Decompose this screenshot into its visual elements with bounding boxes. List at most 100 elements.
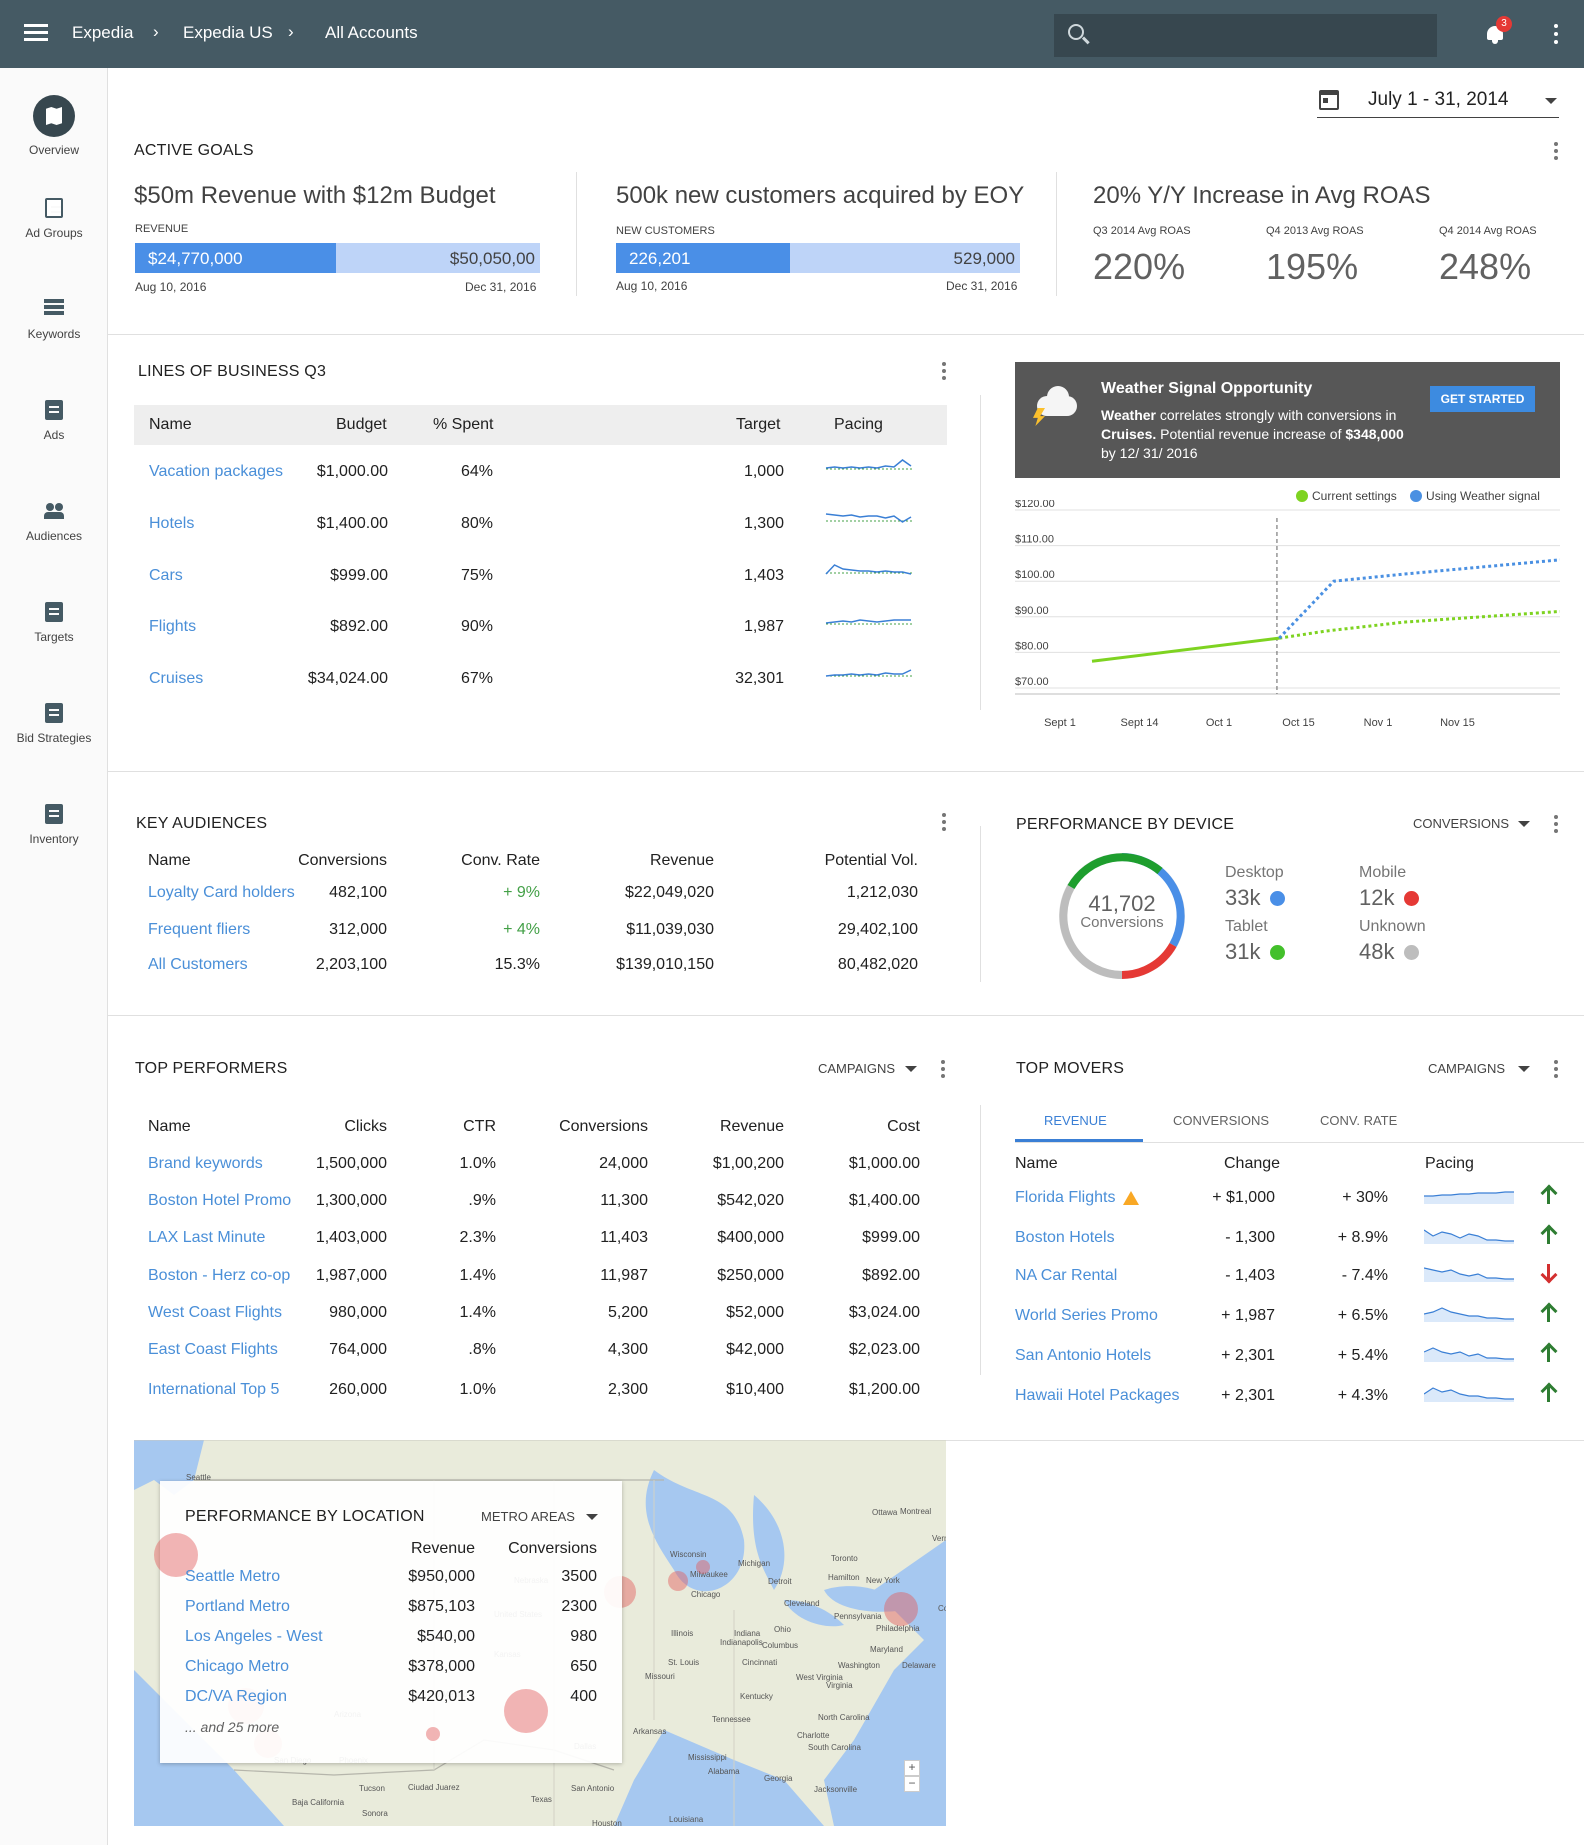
column-header[interactable]: Revenue [360,1540,475,1558]
lob-row-name[interactable]: Hotels [149,515,194,533]
tab-conv-rate[interactable]: CONV. RATE [1320,1113,1397,1128]
performer-row-name[interactable]: Brand keywords [148,1155,263,1173]
tab-revenue[interactable]: REVENUE [1044,1113,1107,1128]
zoom-out-button[interactable]: − [904,1776,920,1792]
more-vert-icon[interactable] [1553,815,1559,836]
location-row-name[interactable]: Seattle Metro [185,1568,280,1586]
more-vert-icon[interactable] [1553,142,1559,163]
more-vert-icon[interactable] [940,1060,946,1081]
get-started-button[interactable]: GET STARTED [1430,386,1535,412]
mover-row-name[interactable]: Hawaii Hotel Packages [1015,1387,1180,1405]
lob-row-name[interactable]: Flights [149,618,196,636]
performer-row-name[interactable]: LAX Last Minute [148,1229,265,1247]
date-range-picker[interactable]: July 1 - 31, 2014 [1317,86,1559,118]
map-bubble-detroit[interactable] [696,1560,710,1574]
column-header[interactable]: Name [149,416,192,434]
performer-row-name[interactable]: East Coast Flights [148,1341,278,1359]
sidebar-item-overview[interactable]: Overview [0,95,108,157]
arrow-up-icon [1541,1225,1557,1245]
dropdown-arrow-icon[interactable] [586,1514,598,1520]
more-locations-link[interactable]: ... and 25 more [185,1719,279,1735]
column-header[interactable]: Name [148,1118,191,1136]
breadcrumb-expedia[interactable]: Expedia [72,23,133,43]
lob-row-name[interactable]: Cars [149,567,183,585]
column-header[interactable]: Conversions [490,1540,597,1558]
column-header[interactable]: % Spent [433,416,493,434]
campaigns-dropdown[interactable]: CAMPAIGNS [818,1061,895,1076]
map-city-label: North Carolina [818,1713,870,1722]
campaigns-dropdown[interactable]: CAMPAIGNS [1428,1061,1505,1076]
breadcrumb-expedia-us[interactable]: Expedia US [183,23,273,43]
column-header[interactable]: CTR [396,1118,496,1136]
mover-row-name[interactable]: Florida Flights [1015,1189,1115,1207]
mover-row-name[interactable]: World Series Promo [1015,1307,1158,1325]
audience-row-conversions: 312,000 [329,921,387,938]
search-input[interactable] [1100,22,1420,49]
breadcrumb-all-accounts[interactable]: All Accounts [325,23,418,43]
column-header[interactable]: Conversions [277,852,387,870]
map-city-label: Vermont [932,1534,946,1543]
location-row-name[interactable]: Portland Metro [185,1598,290,1616]
more-vert-icon[interactable] [941,813,947,834]
sidebar-item-ad-groups[interactable]: Ad Groups [0,198,108,240]
pacing-sparkline [1424,1387,1514,1402]
column-header[interactable]: Revenue [604,852,714,870]
sidebar-item-inventory[interactable]: Inventory [0,804,108,846]
column-header[interactable]: Conversions [518,1118,648,1136]
performance-by-location-title: PERFORMANCE BY LOCATION [185,1508,425,1525]
column-header[interactable]: Pacing [834,416,883,434]
audience-row-potential: 29,402,100 [837,921,918,938]
zoom-in-button[interactable]: + [904,1760,920,1776]
conversions-dropdown[interactable]: CONVERSIONS [1413,816,1509,831]
tab-conversions[interactable]: CONVERSIONS [1173,1113,1269,1128]
map-bubble-philadelphia[interactable] [884,1592,918,1626]
column-header[interactable]: Pacing [1425,1155,1474,1173]
audience-row-name[interactable]: Frequent fliers [148,921,250,939]
sidebar-item-ads[interactable]: Ads [0,400,108,442]
sidebar-item-targets[interactable]: Targets [0,602,108,644]
sidebar-item-audiences[interactable]: Audiences [0,501,108,543]
location-row-name[interactable]: Los Angeles - West [185,1628,323,1646]
sidebar-item-keywords[interactable]: Keywords [0,299,108,341]
performer-row-name[interactable]: International Top 5 [148,1381,279,1399]
lob-row-name[interactable]: Vacation packages [149,463,283,481]
column-header[interactable]: Target [736,416,780,434]
search-box[interactable] [1054,14,1437,57]
mover-row-percent: - 7.4% [1341,1267,1388,1284]
dropdown-arrow-icon[interactable] [905,1066,917,1072]
location-row-revenue: $875,103 [408,1598,475,1615]
map-bubble-cleveland[interactable] [668,1571,688,1591]
map-city-label: Ciudad Juarez [408,1783,460,1792]
sidebar-item-bid-strategies[interactable]: Bid Strategies [0,703,108,745]
sidebar-item-label: Inventory [29,832,79,846]
metro-areas-dropdown[interactable]: METRO AREAS [481,1509,575,1524]
audience-row-name[interactable]: Loyalty Card holders [148,884,295,902]
dropdown-arrow-icon[interactable] [1518,821,1530,827]
column-header[interactable]: Budget [336,416,387,434]
column-header[interactable]: Change [1224,1155,1280,1173]
column-header[interactable]: Cost [790,1118,920,1136]
more-vert-icon[interactable] [1553,24,1559,48]
mover-row-name[interactable]: NA Car Rental [1015,1267,1117,1285]
column-header[interactable]: Revenue [654,1118,784,1136]
performer-row-ctr: .8% [468,1341,496,1358]
column-header[interactable]: Potential Vol. [790,852,918,870]
location-row-name[interactable]: DC/VA Region [185,1688,287,1706]
roas-label: Q4 2014 Avg ROAS [1439,225,1537,237]
column-header[interactable]: Name [148,852,191,870]
column-header[interactable]: Conv. Rate [430,852,540,870]
audience-row-name[interactable]: All Customers [148,956,248,974]
column-header[interactable]: Name [1015,1155,1058,1173]
x-tick-label: Oct 15 [1282,717,1314,729]
mover-row-name[interactable]: Boston Hotels [1015,1229,1115,1247]
mover-row-name[interactable]: San Antonio Hotels [1015,1347,1151,1365]
performer-row-name[interactable]: West Coast Flights [148,1304,282,1322]
more-vert-icon[interactable] [941,362,947,383]
hamburger-menu-icon[interactable] [24,24,48,44]
column-header[interactable]: Clicks [287,1118,387,1136]
location-row-name[interactable]: Chicago Metro [185,1658,289,1676]
dropdown-arrow-icon[interactable] [1518,1066,1530,1072]
lob-row-name[interactable]: Cruises [149,670,203,688]
map-bubble-denver[interactable] [426,1727,440,1741]
more-vert-icon[interactable] [1553,1060,1559,1081]
